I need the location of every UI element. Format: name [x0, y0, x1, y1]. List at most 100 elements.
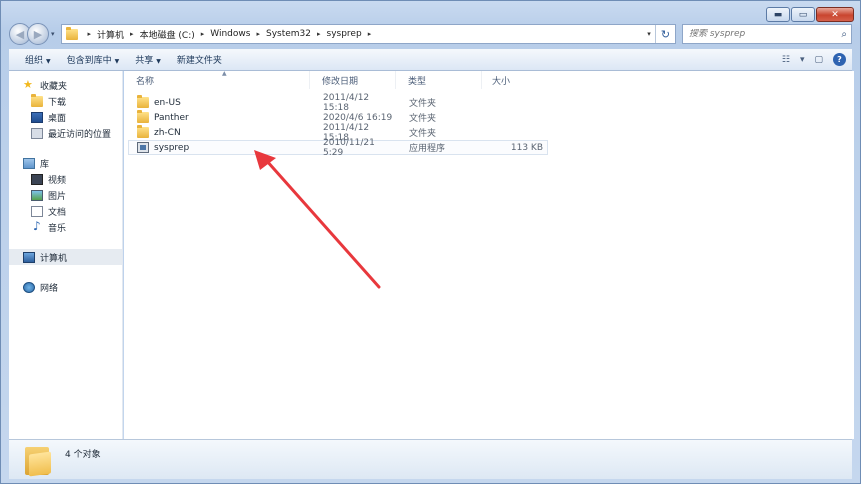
minimize-button[interactable]: ▬ — [766, 7, 790, 22]
explorer-window: ▬ ▭ ✕ ◀ ▶ ▾ ▸ 计算机 ▸ 本地磁盘 (C:) ▸ Windows … — [0, 0, 861, 484]
downloads-folder-icon — [31, 93, 43, 107]
network-icon — [23, 281, 35, 293]
breadcrumb-sysprep[interactable]: sysprep — [327, 29, 362, 39]
breadcrumb-separator[interactable]: ▸ — [317, 30, 321, 38]
navigation-pane: 收藏夹 下载 桌面 最近访问的位置 库 视频 图片 文档 音乐 计算机 网络 — [9, 71, 123, 439]
file-type: 应用程序 — [409, 144, 446, 154]
new-folder-button[interactable]: 新建文件夹 — [169, 53, 230, 66]
change-view-icon[interactable]: ☷ — [782, 55, 790, 65]
share-label: 共享 — [135, 56, 154, 66]
nav-network[interactable]: 网络 — [9, 279, 122, 295]
large-folder-icon — [25, 445, 51, 477]
file-type: 文件夹 — [409, 129, 437, 139]
nav-item-label: 文档 — [48, 207, 67, 218]
close-button[interactable]: ✕ — [816, 7, 854, 22]
nav-item-label: 最近访问的位置 — [48, 129, 112, 140]
nav-item-desktop[interactable]: 桌面 — [9, 109, 122, 125]
nav-favorites-label: 收藏夹 — [40, 81, 68, 92]
view-options-dropdown[interactable]: ▾ — [800, 55, 805, 65]
nav-favorites[interactable]: 收藏夹 — [9, 77, 122, 93]
chevron-down-icon: ▼ — [156, 58, 161, 65]
help-icon[interactable]: ? — [833, 53, 846, 66]
address-history-dropdown[interactable]: ▾ — [643, 30, 655, 38]
navigation-buttons: ◀ ▶ ▾ — [9, 23, 55, 45]
maximize-button[interactable]: ▭ — [791, 7, 815, 22]
breadcrumb-separator[interactable]: ▸ — [130, 30, 134, 38]
file-row[interactable]: en-US 2011/4/12 15:18 文件夹 — [128, 92, 548, 113]
file-name: zh-CN — [154, 127, 181, 138]
address-tail: ▾ ↻ — [643, 25, 675, 43]
nav-item-music[interactable]: 音乐 — [9, 219, 122, 235]
window-controls: ▬ ▭ ✕ — [766, 7, 854, 22]
file-rows: en-US 2011/4/12 15:18 文件夹 Panther 2020/4… — [124, 92, 854, 158]
search-box: ⌕ — [682, 24, 852, 44]
file-row-sysprep[interactable]: sysprep 2010/11/21 5:29 应用程序 113 KB — [128, 137, 548, 158]
library-icon — [23, 157, 35, 169]
nav-item-label: 图片 — [48, 191, 67, 202]
nav-item-pictures[interactable]: 图片 — [9, 187, 122, 203]
recent-pages-dropdown[interactable]: ▾ — [51, 30, 55, 38]
breadcrumb-windows[interactable]: Windows — [210, 29, 250, 39]
column-header-type[interactable]: 类型 — [396, 71, 482, 89]
breadcrumb-separator[interactable]: ▸ — [368, 30, 372, 38]
view-controls: ☷ ▾ ▢ ? — [782, 53, 852, 66]
network-group: 网络 — [9, 279, 122, 295]
preview-pane-icon[interactable]: ▢ — [814, 55, 823, 65]
file-date: 2010/11/21 5:29 — [323, 137, 375, 158]
video-icon — [31, 173, 43, 185]
nav-computer[interactable]: 计算机 — [9, 249, 122, 265]
breadcrumb-separator[interactable]: ▸ — [201, 30, 205, 38]
file-name: sysprep — [154, 142, 190, 153]
recent-places-icon — [31, 127, 43, 139]
column-header-name[interactable]: 名称 — [124, 71, 310, 89]
breadcrumb-separator[interactable]: ▸ — [256, 30, 260, 38]
address-bar[interactable]: ▸ 计算机 ▸ 本地磁盘 (C:) ▸ Windows ▸ System32 ▸… — [60, 24, 676, 44]
include-in-library-button[interactable]: 包含到库中 ▼ — [59, 53, 128, 66]
chevron-down-icon: ▼ — [114, 58, 120, 65]
details-pane: 4 个对象 — [9, 439, 852, 479]
column-header-date[interactable]: 修改日期 — [310, 71, 396, 89]
include-library-label: 包含到库中 — [66, 56, 112, 66]
share-button[interactable]: 共享 ▼ — [127, 53, 169, 66]
chevron-down-icon: ▼ — [46, 58, 51, 65]
file-name: en-US — [154, 97, 181, 108]
file-date: 2011/4/12 15:18 — [323, 92, 370, 113]
sort-ascending-icon: ▲ — [222, 70, 227, 77]
breadcrumb-computer[interactable]: 计算机 — [97, 28, 124, 41]
music-icon — [31, 219, 43, 233]
picture-icon — [31, 189, 43, 201]
refresh-icon[interactable]: ↻ — [655, 25, 675, 43]
file-name: Panther — [154, 112, 189, 123]
nav-item-downloads[interactable]: 下载 — [9, 93, 122, 109]
folder-icon — [137, 110, 149, 123]
breadcrumb-separator[interactable]: ▸ — [88, 30, 92, 38]
search-input[interactable] — [689, 29, 829, 39]
desktop-icon — [31, 111, 43, 123]
favorites-group: 收藏夹 下载 桌面 最近访问的位置 — [9, 77, 122, 141]
nav-libraries[interactable]: 库 — [9, 155, 122, 171]
nav-item-label: 音乐 — [48, 223, 67, 234]
computer-group: 计算机 — [9, 249, 122, 265]
application-icon — [137, 142, 149, 153]
nav-item-videos[interactable]: 视频 — [9, 171, 122, 187]
folder-icon — [65, 26, 78, 40]
star-icon — [23, 78, 35, 91]
nav-item-documents[interactable]: 文档 — [9, 203, 122, 219]
file-date: 2020/4/6 16:19 — [323, 112, 393, 123]
file-type: 文件夹 — [409, 99, 437, 109]
column-header-size[interactable]: 大小 — [482, 71, 542, 89]
document-icon — [31, 205, 43, 217]
file-name-cell: en-US — [129, 95, 311, 108]
nav-item-label: 桌面 — [48, 113, 67, 124]
breadcrumb-system32[interactable]: System32 — [266, 29, 311, 39]
item-count: 4 个对象 — [65, 450, 101, 460]
breadcrumb: ▸ 计算机 ▸ 本地磁盘 (C:) ▸ Windows ▸ System32 ▸… — [82, 28, 378, 41]
forward-button[interactable]: ▶ — [27, 23, 49, 45]
folder-icon — [137, 95, 149, 108]
organize-button[interactable]: 组织 ▼ — [17, 53, 59, 66]
breadcrumb-local-disk[interactable]: 本地磁盘 (C:) — [140, 28, 195, 41]
organize-label: 组织 — [25, 56, 44, 66]
nav-item-recent-places[interactable]: 最近访问的位置 — [9, 125, 122, 141]
search-icon[interactable]: ⌕ — [841, 29, 847, 40]
file-name-cell: zh-CN — [129, 125, 311, 138]
